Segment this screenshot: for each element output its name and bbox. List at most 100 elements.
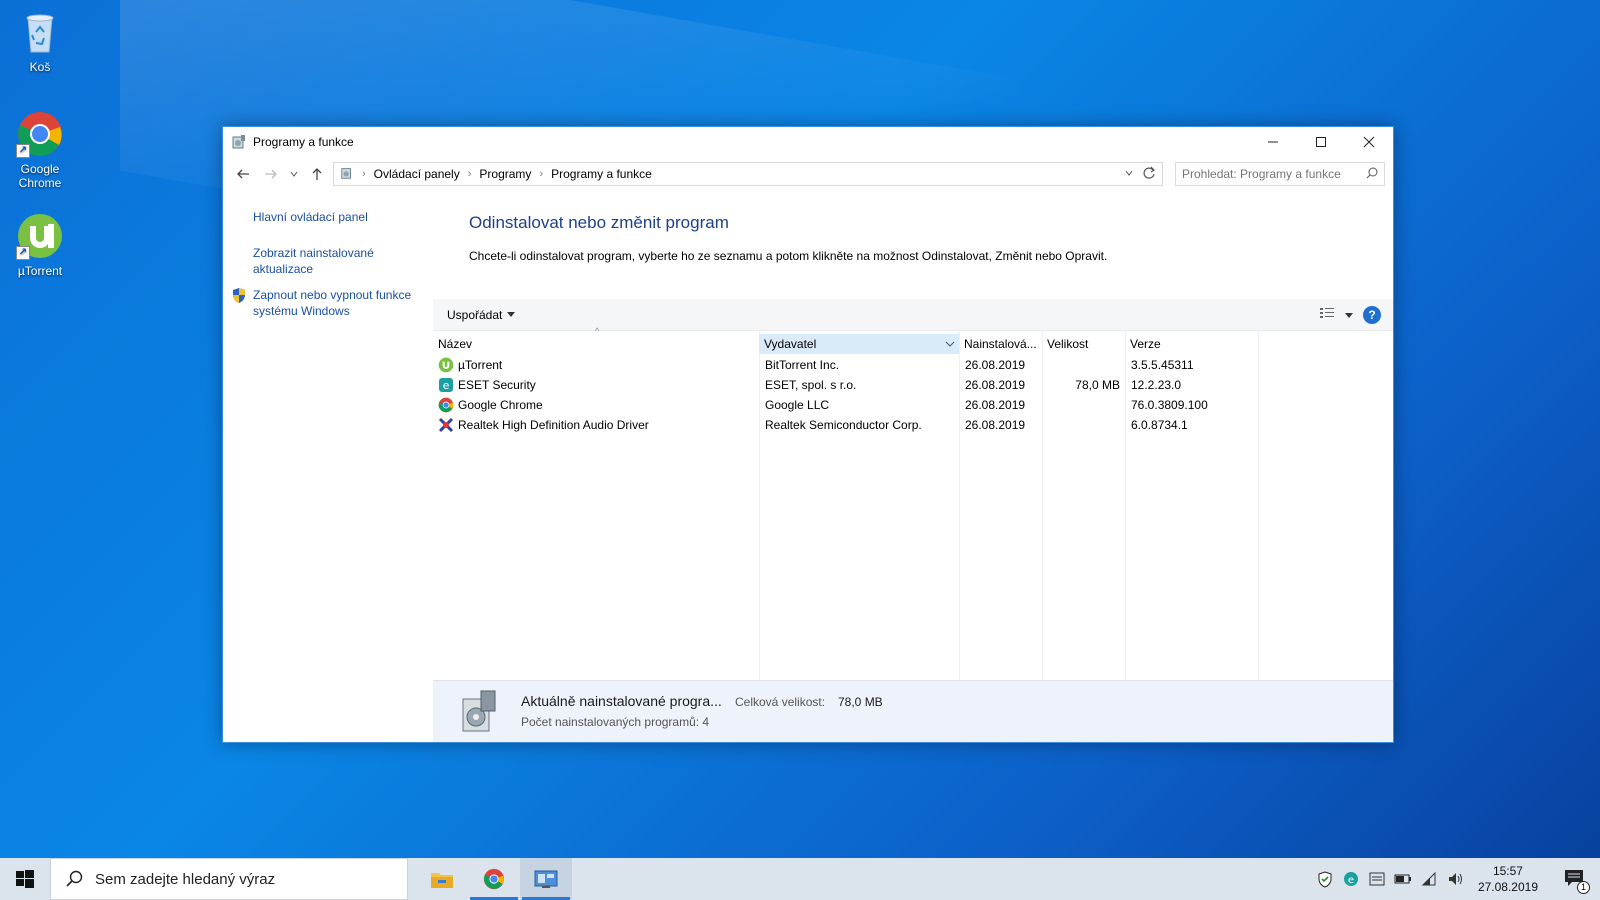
control-panel-icon — [534, 870, 558, 888]
breadcrumb-control-panel[interactable]: Ovládací panely — [374, 167, 460, 181]
column-header-label: Nainstalová... — [964, 337, 1037, 351]
change-view-icon[interactable] — [1319, 306, 1335, 323]
up-arrow-icon[interactable] — [305, 162, 329, 186]
uac-shield-icon — [231, 287, 247, 307]
link-control-panel-home[interactable]: Hlavní ovládací panel — [253, 209, 368, 225]
title-bar[interactable]: Programy a funkce — [223, 127, 1393, 157]
column-header-publisher[interactable]: Vydavatel — [759, 334, 959, 354]
command-bar: Uspořádat ? — [433, 299, 1393, 331]
column-header-name[interactable]: Název — [433, 334, 759, 354]
volume-icon[interactable] — [1446, 870, 1464, 888]
desktop-icon-label: Koš — [29, 60, 51, 74]
notification-icon: 1 — [1564, 869, 1590, 894]
desktop-icon-recycle-bin[interactable]: Koš — [2, 8, 78, 74]
search-icon[interactable] — [1366, 167, 1378, 182]
shortcut-arrow-icon: ↗ — [16, 144, 30, 158]
address-dropdown-chevron-icon[interactable] — [1124, 167, 1134, 181]
search-icon — [66, 870, 83, 887]
taskbar-control-panel[interactable] — [520, 858, 572, 900]
minimize-button[interactable] — [1249, 127, 1297, 157]
program-name: Google Chrome — [458, 398, 543, 412]
programs-list: ^ Název Vydavatel Nainstalová... Velikos… — [433, 326, 1393, 680]
details-total-size: 78,0 MB — [838, 695, 883, 709]
address-location-icon — [340, 166, 354, 183]
clock-time: 15:57 — [1492, 864, 1523, 878]
link-line: Zapnout nebo vypnout funkce — [253, 288, 412, 302]
dropdown-arrow-icon — [507, 311, 516, 317]
program-publisher: Realtek Semiconductor Corp. — [765, 418, 922, 432]
network-icon[interactable] — [1420, 870, 1438, 888]
system-tray: e 15:57 27.08.2019 1 — [1316, 858, 1600, 900]
desktop-icon-google-chrome[interactable]: ↗ Google Chrome — [2, 110, 78, 190]
eset-icon: e — [438, 377, 454, 393]
breadcrumb-separator-icon[interactable]: › — [468, 168, 472, 180]
breadcrumb-programs-features[interactable]: Programy a funkce — [551, 167, 652, 181]
column-header-label: Velikost — [1047, 337, 1089, 351]
taskbar-apps — [416, 858, 572, 900]
eset-icon[interactable]: e — [1342, 870, 1360, 888]
details-total-size-label: Celková velikost: — [735, 695, 826, 709]
program-publisher: BitTorrent Inc. — [765, 358, 840, 372]
taskbar-file-explorer[interactable] — [416, 858, 468, 900]
taskbar-clock[interactable]: 15:57 27.08.2019 — [1478, 863, 1538, 895]
taskbar-google-chrome[interactable] — [468, 858, 520, 900]
program-version: 76.0.3809.100 — [1131, 398, 1208, 412]
breadcrumb-programs[interactable]: Programy — [479, 167, 531, 181]
main-pane: Odinstalovat nebo změnit program Chcete-… — [433, 191, 1393, 742]
control-panel-icon — [231, 134, 247, 150]
program-name-cell: Google Chrome — [438, 395, 758, 415]
breadcrumb-separator-icon: › — [362, 168, 366, 180]
forward-arrow-icon[interactable] — [259, 162, 283, 186]
page-description: Chcete-li odinstalovat program, vyberte … — [469, 249, 1108, 263]
program-row-eset[interactable]: e ESET Security ESET, spol. s r.o. 26.08… — [433, 375, 1263, 395]
close-button[interactable] — [1345, 127, 1393, 157]
column-header-installed[interactable]: Nainstalová... — [959, 334, 1042, 354]
realtek-audio-manager-icon[interactable] — [1368, 870, 1386, 888]
program-row-google-chrome[interactable]: Google Chrome Google LLC 26.08.2019 76.0… — [433, 395, 1263, 415]
windows-logo-icon — [16, 870, 34, 888]
breadcrumb-separator-icon[interactable]: › — [539, 168, 543, 180]
maximize-button[interactable] — [1297, 127, 1345, 157]
page-title: Odinstalovat nebo změnit program — [469, 213, 729, 232]
program-installed-date: 26.08.2019 — [965, 418, 1026, 432]
window-content: Hlavní ovládací panel Zobrazit nainstalo… — [223, 191, 1393, 742]
help-icon[interactable]: ? — [1363, 305, 1381, 324]
action-center-button[interactable]: 1 — [1556, 858, 1592, 900]
column-header-version[interactable]: Verze — [1125, 334, 1258, 354]
file-explorer-icon — [431, 873, 453, 888]
start-button[interactable] — [0, 858, 50, 900]
column-filter-chevron-icon[interactable] — [945, 337, 955, 351]
program-name-cell: Realtek High Definition Audio Driver — [438, 415, 758, 435]
view-options-chevron-icon[interactable] — [1345, 308, 1353, 322]
desktop-icon-label: Google Chrome — [18, 162, 62, 190]
organize-button[interactable]: Uspořádat — [447, 308, 516, 322]
utorrent-icon — [438, 357, 454, 373]
recent-locations-chevron-icon[interactable] — [287, 162, 301, 186]
refresh-icon[interactable] — [1142, 166, 1156, 183]
svg-text:e: e — [1348, 875, 1354, 886]
link-line: systému Windows — [253, 304, 350, 318]
program-row-utorrent[interactable]: µTorrent BitTorrent Inc. 26.08.2019 3.5.… — [433, 355, 1263, 375]
address-bar[interactable]: › Ovládací panely › Programy › Programy … — [333, 162, 1163, 186]
installed-programs-icon — [459, 689, 503, 738]
column-header-size[interactable]: Velikost — [1042, 334, 1125, 354]
search-box[interactable] — [1175, 162, 1385, 186]
desktop-icon-utorrent[interactable]: ↗ µTorrent — [2, 212, 78, 278]
link-view-installed-updates[interactable]: Zobrazit nainstalované aktualizace — [253, 245, 374, 277]
back-arrow-icon[interactable] — [231, 162, 255, 186]
security-shield-icon[interactable] — [1316, 870, 1334, 888]
realtek-icon — [438, 417, 454, 433]
battery-icon[interactable] — [1394, 870, 1412, 888]
program-row-realtek[interactable]: Realtek High Definition Audio Driver Rea… — [433, 415, 1263, 435]
program-name: µTorrent — [458, 358, 503, 372]
program-size — [1042, 395, 1120, 415]
taskbar-search[interactable]: Sem zadejte hledaný výraz — [50, 858, 408, 900]
link-windows-features[interactable]: Zapnout nebo vypnout funkce systému Wind… — [253, 287, 411, 319]
svg-text:e: e — [443, 379, 450, 392]
search-input[interactable] — [1182, 167, 1366, 181]
address-row: › Ovládací panely › Programy › Programy … — [223, 157, 1393, 191]
window-title: Programy a funkce — [253, 135, 354, 149]
program-publisher: ESET, spol. s r.o. — [765, 378, 857, 392]
program-size: 78,0 MB — [1075, 378, 1120, 392]
program-name-cell: µTorrent — [438, 355, 758, 375]
